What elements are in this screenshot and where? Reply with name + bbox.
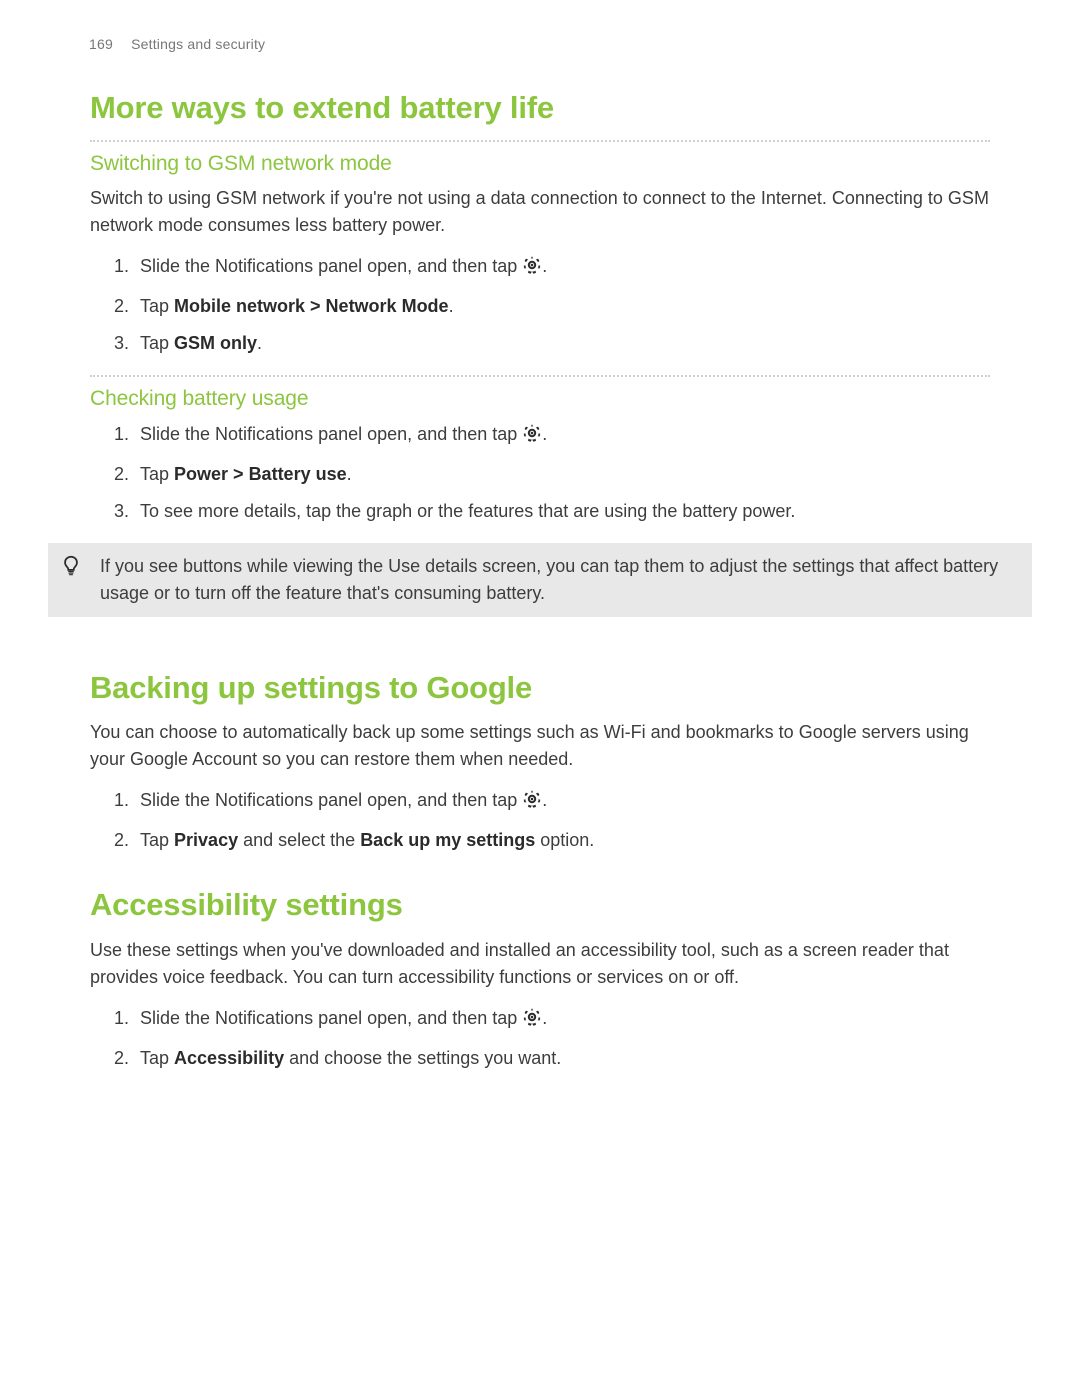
backup-steps: Slide the Notifications panel open, and … bbox=[90, 787, 990, 854]
settings-icon bbox=[522, 1007, 542, 1035]
subheading-battery-usage: Checking battery usage bbox=[90, 375, 990, 415]
step: Slide the Notifications panel open, and … bbox=[134, 787, 990, 817]
ui-term: Privacy bbox=[174, 830, 238, 850]
ui-term: Accessibility bbox=[174, 1048, 284, 1068]
subheading-gsm: Switching to GSM network mode bbox=[90, 140, 990, 180]
settings-icon bbox=[522, 789, 542, 817]
gsm-body: Switch to using GSM network if you're no… bbox=[90, 185, 990, 239]
settings-icon bbox=[522, 423, 542, 451]
page-number: 169 bbox=[89, 34, 127, 55]
step: Slide the Notifications panel open, and … bbox=[134, 253, 990, 283]
heading-backup: Backing up settings to Google bbox=[90, 665, 990, 712]
tip-callout: If you see buttons while viewing the Use… bbox=[48, 543, 1032, 617]
heading-more-ways: More ways to extend battery life bbox=[90, 85, 990, 132]
ui-path: Power > Battery use bbox=[174, 464, 347, 484]
ui-term: Back up my settings bbox=[360, 830, 535, 850]
section-name: Settings and security bbox=[131, 36, 265, 52]
step: Tap Power > Battery use. bbox=[134, 461, 990, 488]
ui-path: GSM only bbox=[174, 333, 257, 353]
step: Slide the Notifications panel open, and … bbox=[134, 421, 990, 451]
tip-text: If you see buttons while viewing the Use… bbox=[100, 553, 1012, 607]
step: To see more details, tap the graph or th… bbox=[134, 498, 990, 525]
page: 169 Settings and security More ways to e… bbox=[0, 0, 1080, 1397]
backup-body: You can choose to automatically back up … bbox=[90, 719, 990, 773]
step: Tap GSM only. bbox=[134, 330, 990, 357]
step: Tap Accessibility and choose the setting… bbox=[134, 1045, 990, 1072]
gsm-steps: Slide the Notifications panel open, and … bbox=[90, 253, 990, 357]
step: Tap Mobile network > Network Mode. bbox=[134, 293, 990, 320]
page-header: 169 Settings and security bbox=[89, 34, 990, 55]
bulb-icon bbox=[60, 553, 100, 577]
accessibility-body: Use these settings when you've downloade… bbox=[90, 937, 990, 991]
battery-steps: Slide the Notifications panel open, and … bbox=[90, 421, 990, 525]
settings-icon bbox=[522, 255, 542, 283]
heading-accessibility: Accessibility settings bbox=[90, 882, 990, 929]
step: Slide the Notifications panel open, and … bbox=[134, 1005, 990, 1035]
accessibility-steps: Slide the Notifications panel open, and … bbox=[90, 1005, 990, 1072]
ui-path: Mobile network > Network Mode bbox=[174, 296, 449, 316]
step: Tap Privacy and select the Back up my se… bbox=[134, 827, 990, 854]
